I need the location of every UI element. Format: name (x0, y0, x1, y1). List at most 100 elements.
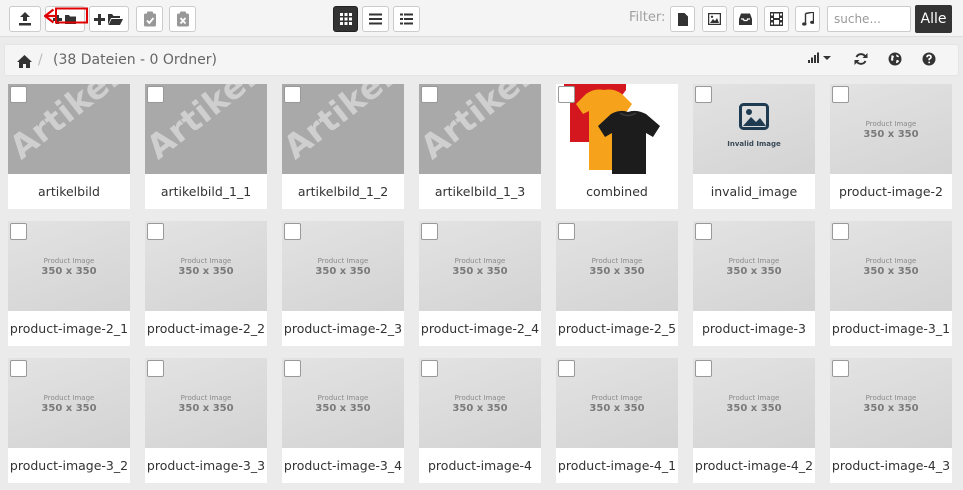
sort-button[interactable] (807, 52, 832, 64)
file-tile[interactable]: Product Image 350 x 350 product-image-2_3 (282, 221, 404, 346)
add-folder-icon (94, 14, 123, 25)
file-tile[interactable]: Product Image 350 x 350 product-image-2_5 (556, 221, 678, 346)
refresh-icon (854, 53, 868, 65)
placeholder-caption: Product Image (454, 257, 506, 265)
file-tile[interactable]: Product Image 350 x 350 product-image-2_4 (419, 221, 541, 346)
file-tile[interactable]: Product Image 350 x 350 product-image-3_1 (830, 221, 952, 346)
file-name: product-image-3_2 (9, 458, 129, 473)
file-name: product-image-2_1 (9, 321, 129, 336)
select-checkbox[interactable] (147, 223, 164, 240)
placeholder-size: 350 x 350 (452, 266, 508, 277)
file-name: artikelbild_1_3 (434, 184, 526, 199)
grid-view-button[interactable] (333, 6, 358, 32)
file-tile[interactable]: Product Image 350 x 350 product-image-4 (419, 358, 541, 483)
file-tile[interactable]: combined (556, 84, 678, 209)
select-checkbox[interactable] (558, 86, 575, 103)
toolbar: Filter: Alle (0, 0, 963, 37)
placeholder-size: 350 x 350 (589, 266, 645, 277)
file-tile[interactable]: Artikelbild artikelbild_1_1 (145, 84, 267, 209)
filter-images-button[interactable] (702, 6, 727, 32)
select-checkbox[interactable] (147, 360, 164, 377)
select-checkbox[interactable] (10, 360, 27, 377)
file-name: product-image-2_5 (557, 321, 677, 336)
placeholder-size: 350 x 350 (41, 403, 97, 414)
file-tile[interactable]: Artikelbild artikelbild (8, 84, 130, 209)
file-tile[interactable]: Product Image 350 x 350 product-image-3 (693, 221, 815, 346)
clear-clipboard-button[interactable] (169, 6, 196, 32)
file-name: artikelbild (38, 184, 100, 199)
file-tile[interactable]: Product Image 350 x 350 product-image-4_1 (556, 358, 678, 483)
file-tile[interactable]: Product Image 350 x 350 product-image-4_2 (693, 358, 815, 483)
select-checkbox[interactable] (284, 223, 301, 240)
file-name: product-image-2 (839, 184, 943, 199)
file-name: product-image-3 (702, 321, 806, 336)
sort-icon (808, 52, 831, 63)
file-tile[interactable]: Product Image 350 x 350 product-image-3_3 (145, 358, 267, 483)
file-name: artikelbild_1_2 (297, 184, 389, 199)
file-tile[interactable]: Product Image 350 x 350 product-image-3_2 (8, 358, 130, 483)
select-checkbox[interactable] (832, 360, 849, 377)
file-tile[interactable]: Artikelbild artikelbild_1_3 (419, 84, 541, 209)
select-checkbox[interactable] (284, 360, 301, 377)
home-button[interactable] (17, 53, 32, 72)
select-checkbox[interactable] (421, 86, 438, 103)
select-checkbox[interactable] (558, 360, 575, 377)
list-view-button[interactable] (362, 6, 389, 32)
help-icon (922, 52, 936, 66)
file-count-info: (38 Dateien - 0 Ordner) (53, 52, 217, 68)
new-folder-button[interactable] (45, 6, 85, 32)
file-name: product-image-2_3 (283, 321, 403, 336)
search-input[interactable] (827, 6, 911, 32)
file-name: product-image-3_3 (146, 458, 266, 473)
all-filter-button[interactable]: Alle (915, 5, 952, 33)
invalid-image-caption: Invalid Image (727, 140, 781, 148)
file-tile[interactable]: Product Image 350 x 350 product-image-2_2 (145, 221, 267, 346)
select-checkbox[interactable] (695, 360, 712, 377)
select-checkbox[interactable] (695, 223, 712, 240)
select-checkbox[interactable] (10, 223, 27, 240)
grid-view-icon (339, 13, 352, 25)
placeholder-caption: Product Image (591, 257, 643, 265)
file-name: product-image-3_4 (283, 458, 403, 473)
add-folder-button[interactable] (89, 6, 129, 32)
home-icon (17, 55, 32, 68)
file-tile[interactable]: Product Image 350 x 350 product-image-4_3 (830, 358, 952, 483)
detail-view-button[interactable] (393, 6, 420, 32)
select-checkbox[interactable] (10, 86, 27, 103)
placeholder-caption: Product Image (865, 394, 917, 402)
select-checkbox[interactable] (695, 86, 712, 103)
placeholder-size: 350 x 350 (726, 403, 782, 414)
refresh-button[interactable] (854, 52, 868, 66)
filter-videos-button[interactable] (764, 6, 789, 32)
file-name: combined (586, 184, 648, 199)
select-checkbox[interactable] (284, 86, 301, 103)
placeholder-size: 350 x 350 (726, 266, 782, 277)
placeholder-size: 350 x 350 (863, 403, 919, 414)
clear-clipboard-icon (176, 11, 189, 27)
file-tile[interactable]: Artikelbild artikelbild_1_2 (282, 84, 404, 209)
help-button[interactable] (922, 52, 936, 66)
filter-music-button[interactable] (795, 6, 820, 32)
select-checkbox[interactable] (147, 86, 164, 103)
language-button[interactable] (888, 52, 902, 66)
select-checkbox[interactable] (558, 223, 575, 240)
placeholder-caption: Product Image (591, 394, 643, 402)
select-checkbox[interactable] (421, 360, 438, 377)
filter-files-button[interactable] (670, 6, 695, 32)
breadcrumb-separator: / (38, 52, 43, 68)
image-icon (708, 13, 721, 25)
placeholder-size: 350 x 350 (178, 266, 234, 277)
file-tile[interactable]: Product Image 350 x 350 product-image-3_4 (282, 358, 404, 483)
filter-archives-button[interactable] (733, 6, 758, 32)
file-tile[interactable]: Product Image 350 x 350 product-image-2_1 (8, 221, 130, 346)
select-checkbox[interactable] (421, 223, 438, 240)
file-tile[interactable]: Product Image 350 x 350 product-image-2 (830, 84, 952, 209)
archive-icon (739, 13, 752, 25)
paste-button[interactable] (136, 6, 163, 32)
select-checkbox[interactable] (832, 223, 849, 240)
detail-view-icon (400, 13, 413, 25)
file-name: product-image-3_1 (831, 321, 951, 336)
select-checkbox[interactable] (832, 86, 849, 103)
upload-button[interactable] (9, 6, 41, 32)
file-tile[interactable]: Invalid Image invalid_image (693, 84, 815, 209)
